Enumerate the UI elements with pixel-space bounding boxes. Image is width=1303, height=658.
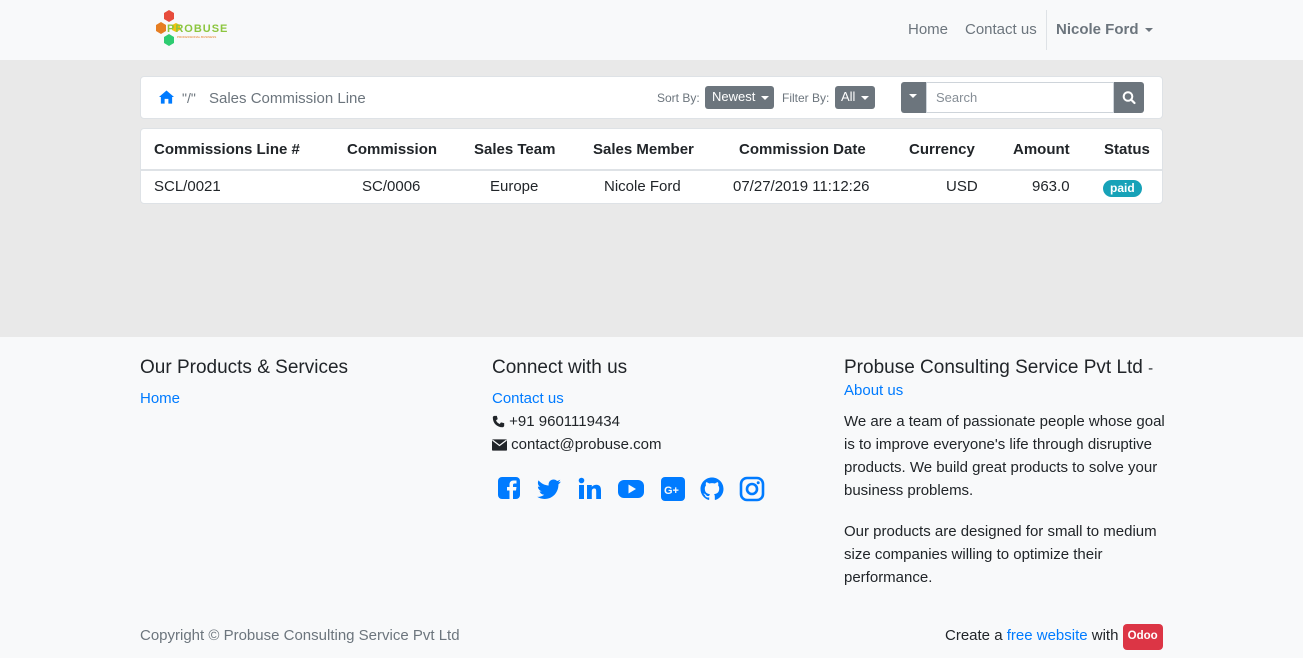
email-line: contact@probuse.com [492, 433, 661, 456]
column-header-amount: Amount [1013, 141, 1070, 158]
copyright-text: Copyright © Probuse Consulting Service P… [140, 627, 460, 644]
search-button[interactable] [1114, 82, 1144, 113]
cell-currency: USD [946, 178, 978, 195]
main-content: "/" Sales Commission Line Sort By: Newes… [0, 60, 1303, 337]
search-icon [1122, 91, 1136, 105]
search-input[interactable] [926, 82, 1114, 113]
home-icon[interactable] [159, 90, 174, 104]
odoo-badge[interactable]: Odoo [1122, 624, 1163, 650]
logo-text: PROBUSE [167, 23, 229, 35]
sort-label: Sort By: [657, 91, 700, 105]
chevron-down-icon [761, 95, 770, 100]
connect-heading: Connect with us [492, 357, 628, 378]
filter-value: All [841, 89, 856, 104]
about-paragraph-1: We are a team of passionate people whose… [844, 413, 1165, 499]
commission-line-link[interactable]: SCL/0021 [154, 178, 221, 195]
sort-dropdown-button[interactable]: Newest [705, 86, 774, 109]
products-heading: Our Products & Services [140, 357, 349, 378]
column-header-sales-member: Sales Member [593, 141, 694, 158]
table-header-divider [141, 169, 1162, 171]
user-name: Nicole Ford [1056, 21, 1139, 38]
chevron-down-icon [1144, 28, 1153, 33]
user-menu-dropdown[interactable]: Nicole Ford [1056, 21, 1153, 38]
footer-contact-link[interactable]: Contact us [492, 390, 564, 407]
nav-contact-link[interactable]: Contact us [965, 21, 1037, 38]
envelope-icon [492, 439, 507, 451]
column-header-commission: Commission [347, 141, 438, 158]
about-us-link[interactable]: About us [844, 382, 903, 399]
breadcrumb-current: Sales Commission Line [209, 90, 366, 107]
company-heading: Probuse Consulting Service Pvt Ltd - [844, 357, 1153, 379]
company-name: Probuse Consulting Service Pvt Ltd [844, 357, 1143, 378]
instagram-icon[interactable] [739, 476, 765, 502]
search-options-dropdown[interactable] [901, 82, 926, 113]
with-text: with [1091, 627, 1119, 644]
filter-dropdown-button[interactable]: All [835, 86, 875, 109]
phone-icon [492, 415, 505, 428]
cell-amount: 963.0 [1032, 178, 1070, 195]
breadcrumb-separator: "/" [182, 90, 196, 106]
column-header-line: Commissions Line # [154, 141, 300, 158]
column-header-currency: Currency [909, 141, 975, 158]
logo-subtext: PROFESSIONAL BUSINESS [177, 35, 217, 39]
cell-commission: SC/0006 [362, 178, 421, 195]
phone-number: +91 9601119434 [509, 413, 620, 430]
email-address: contact@probuse.com [511, 436, 662, 453]
cell-sales-member: Nicole Ford [604, 178, 681, 195]
footer: Our Products & Services Home Connect wit… [0, 337, 1303, 658]
company-dash: - [1148, 360, 1154, 377]
about-paragraph-2: Our products are designed for small to m… [844, 523, 1157, 586]
svg-text:G+: G+ [664, 485, 679, 497]
cell-sales-team: Europe [490, 178, 539, 195]
free-website-link[interactable]: free website [1007, 627, 1088, 644]
twitter-icon[interactable] [537, 476, 563, 502]
column-header-status: Status [1104, 141, 1150, 158]
status-badge: paid [1103, 180, 1142, 197]
chevron-down-icon [861, 95, 870, 100]
youtube-icon[interactable] [618, 476, 644, 502]
facebook-icon[interactable] [497, 476, 523, 502]
cell-commission-date: 07/27/2019 11:12:26 [733, 178, 870, 195]
linkedin-icon[interactable] [577, 476, 603, 502]
create-text: Create a [945, 627, 1003, 644]
sort-value: Newest [712, 89, 756, 104]
filter-label: Filter By: [782, 91, 830, 105]
phone-line: +91 9601119434 [492, 410, 620, 433]
column-header-sales-team: Sales Team [474, 141, 556, 158]
navbar: PROBUSE PROFESSIONAL BUSINESS Home Conta… [0, 0, 1303, 60]
portal-toolbar: "/" Sales Commission Line Sort By: Newes… [140, 76, 1163, 119]
nav-home-link[interactable]: Home [908, 21, 948, 38]
column-header-commission-date: Commission Date [739, 141, 866, 158]
footer-home-link[interactable]: Home [140, 390, 180, 407]
nav-divider [1046, 10, 1047, 50]
commission-lines-table: Commissions Line # Commission Sales Team… [140, 128, 1163, 204]
powered-by: Create a free website with Odoo [945, 624, 1163, 650]
google-plus-icon[interactable]: G+ [660, 476, 686, 502]
github-icon[interactable] [699, 476, 725, 502]
probuse-logo[interactable]: PROBUSE PROFESSIONAL BUSINESS [152, 8, 232, 50]
chevron-down-icon [909, 94, 917, 98]
